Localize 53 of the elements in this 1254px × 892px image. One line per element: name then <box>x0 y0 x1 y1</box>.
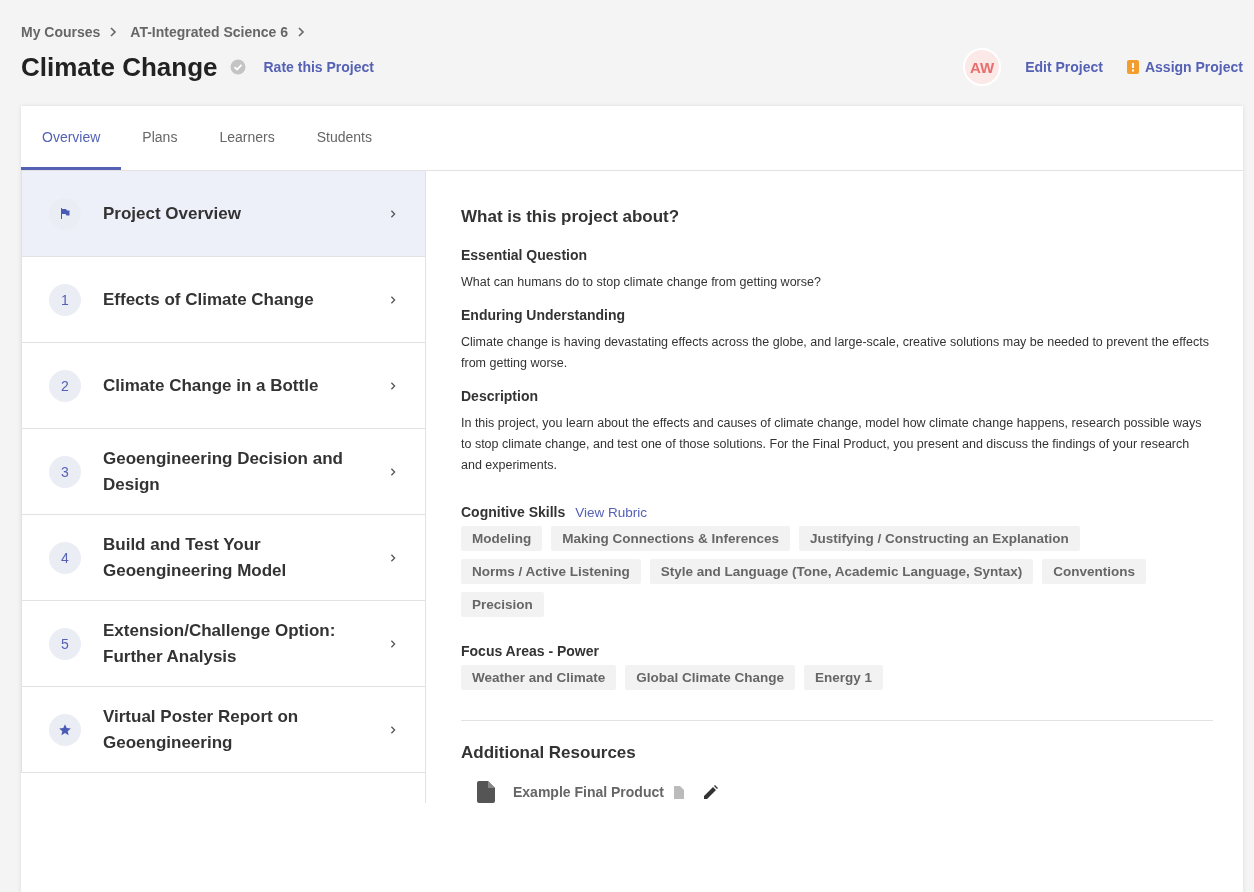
file-icon <box>673 785 684 799</box>
section-heading: What is this project about? <box>461 207 681 227</box>
tag: Norms / Active Listening <box>461 559 641 584</box>
field-label: Cognitive Skills <box>461 504 566 520</box>
sidebar-item[interactable]: 4 Build and Test Your Geoengineering Model <box>21 515 425 601</box>
sidebar-item[interactable]: Virtual Poster Report on Geoengineering <box>21 687 425 773</box>
tab[interactable]: Learners <box>198 106 296 170</box>
sidebar-item[interactable]: 3 Geoengineering Decision and Design <box>21 429 425 515</box>
chevron-right-icon <box>296 26 307 38</box>
pencil-icon <box>703 785 718 799</box>
resource-link[interactable]: Example Final Product <box>513 784 664 800</box>
tag: Weather and Climate <box>461 665 617 690</box>
step-number: 3 <box>49 455 81 488</box>
alert-clipboard-icon <box>1126 60 1139 74</box>
flag-icon <box>60 208 70 219</box>
page-title: Climate Change <box>21 51 218 83</box>
tag: Precision <box>461 592 544 617</box>
chevron-right-icon <box>108 26 119 38</box>
tab[interactable]: Plans <box>121 106 199 170</box>
action-link[interactable]: Assign Project <box>1126 59 1243 75</box>
step-number: 5 <box>49 627 81 660</box>
document-icon <box>477 781 495 803</box>
sidebar-item[interactable]: 2 Climate Change in a Bottle <box>21 343 425 429</box>
tag: Justifying / Constructing an Explanation <box>799 526 1080 551</box>
sidebar-item[interactable]: 1 Effects of Climate Change <box>21 257 425 343</box>
field-label: Enduring Understanding <box>461 307 627 323</box>
star-icon <box>58 722 72 737</box>
sidebar-item[interactable]: Project Overview <box>21 171 425 257</box>
sidebar-item[interactable]: 5 Extension/Challenge Option: Further Analysis <box>21 601 425 687</box>
breadcrumb-link[interactable]: My Courses <box>21 24 101 40</box>
tag: Conventions <box>1042 559 1147 584</box>
step-number: 4 <box>49 541 81 574</box>
step-number: 2 <box>49 369 81 402</box>
step-number: 1 <box>49 283 81 316</box>
tag: Making Connections & Inferences <box>551 526 791 551</box>
breadcrumb-link[interactable]: AT-Integrated Science 6 <box>130 24 289 40</box>
field-text: Climate change is having devastating effects across the globe, and large-scale, creative solutions may be needed to prevent the effects from getting worse. <box>461 334 1210 372</box>
field-label: Focus Areas - Power <box>461 643 599 659</box>
action-link[interactable]: Edit Project <box>1025 59 1103 75</box>
verified-badge-icon <box>229 59 246 75</box>
view-rubric-link[interactable]: View Rubric <box>575 505 648 520</box>
tag: Global Climate Change <box>625 665 796 690</box>
tab[interactable]: Students <box>295 106 393 170</box>
field-label: Description <box>461 388 539 404</box>
field-text: In this project, you learn about the effects and causes of climate change, model how climate change happens, research possible ways to stop climate change, and test one of those solutions. For the Final Product, you present and discuss the findings of your research and experiments. <box>461 415 1203 474</box>
avatar: AW <box>963 48 1002 86</box>
field-text: What can humans do to stop climate change from getting worse? <box>461 274 822 291</box>
tag: Energy 1 <box>804 665 884 690</box>
rate-link[interactable]: Rate this Project <box>263 59 374 75</box>
section-heading: Additional Resources <box>461 743 637 763</box>
tag: Style and Language (Tone, Academic Language, Syntax) <box>649 559 1034 584</box>
field-label: Essential Question <box>461 247 589 263</box>
tag: Modeling <box>461 526 543 551</box>
